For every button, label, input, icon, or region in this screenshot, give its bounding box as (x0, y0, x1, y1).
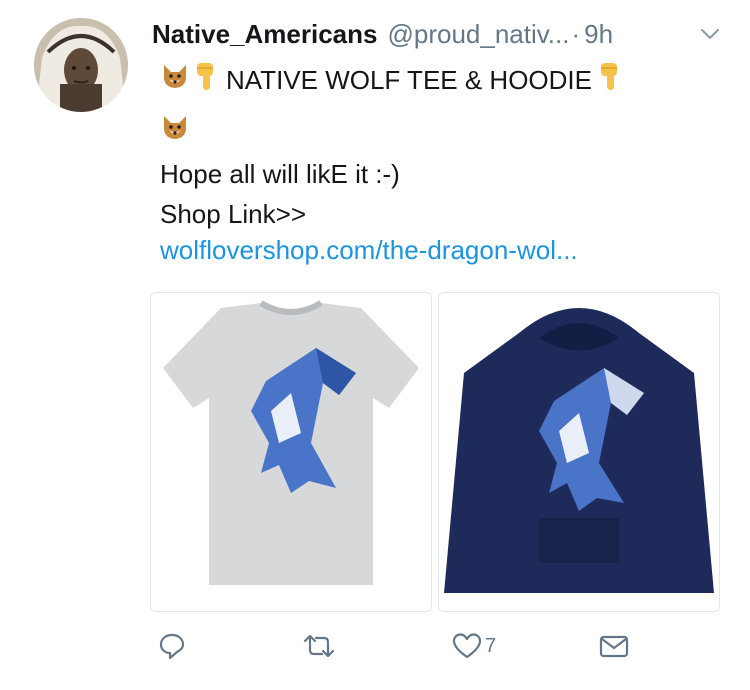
shop-link[interactable]: wolfl​overshop.com/the-dragon-wol... (160, 234, 578, 266)
tshirt-image[interactable] (150, 292, 432, 612)
envelope-icon (598, 632, 630, 660)
retweet-icon (302, 632, 336, 660)
chevron-down-icon[interactable] (698, 22, 722, 46)
pointing-down-emoji-icon (194, 60, 220, 99)
avatar-image (34, 18, 128, 112)
retweet-button[interactable] (302, 632, 336, 660)
timestamp[interactable]: 9h (584, 19, 613, 50)
tweet-text-line-3: Shop Link>> (160, 199, 307, 229)
direct-message-button[interactable] (598, 632, 630, 660)
avatar[interactable] (34, 18, 128, 112)
tweet-header: Native_Americans @proud_nativ... · 9h (152, 14, 742, 54)
wolf-emoji-icon (160, 112, 190, 149)
separator-dot: · (571, 18, 581, 49)
heart-icon (452, 632, 482, 660)
like-count: 7 (485, 634, 497, 657)
reply-icon (158, 632, 186, 660)
user-handle[interactable]: @proud_nativ... (387, 19, 569, 50)
hoodie-image[interactable] (438, 292, 720, 612)
reply-button[interactable] (158, 632, 186, 660)
wolf-emoji-icon (160, 61, 190, 98)
tweet-text-line-2: Hope all will likE it :-) (160, 159, 400, 189)
pointing-down-emoji-icon (598, 60, 624, 99)
tweet-text-line-1: NATIVE WOLF TEE & HOODIE (160, 60, 624, 99)
display-name[interactable]: Native_Americans (152, 19, 377, 50)
like-button[interactable]: 7 (452, 632, 496, 660)
tweet-title-text: NATIVE WOLF TEE & HOODIE (226, 64, 592, 95)
tweet-actions: 7 (0, 632, 750, 672)
